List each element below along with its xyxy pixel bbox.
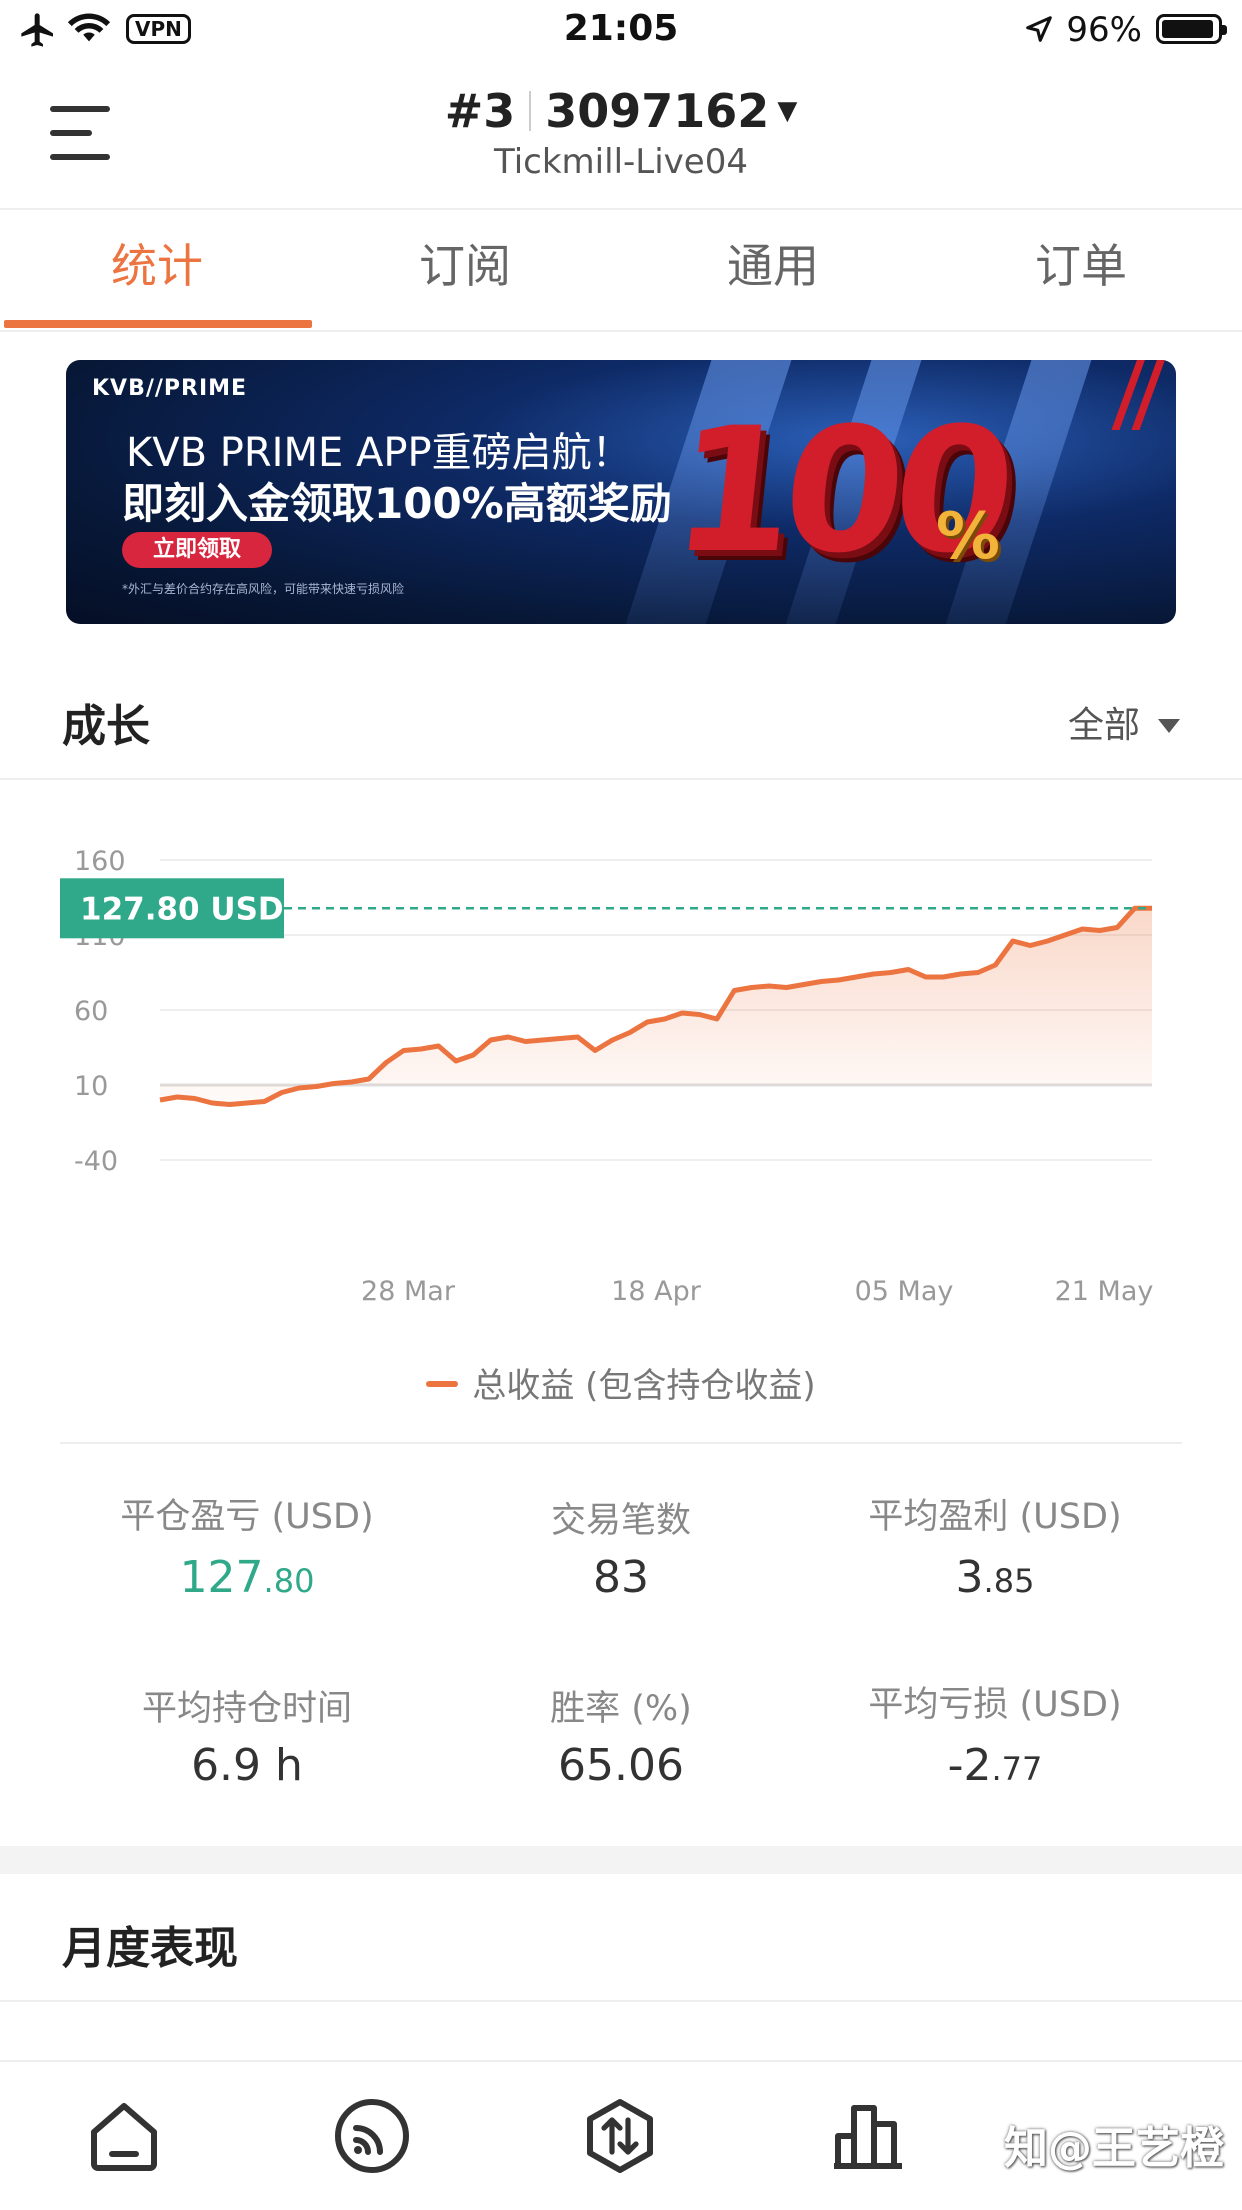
x-tick-label: 18 Apr: [611, 1276, 702, 1307]
y-tick-label: 160: [74, 846, 126, 877]
monthly-title: 月度表现: [62, 1923, 238, 1974]
stat-label-trades: 交易笔数: [550, 1501, 691, 1541]
rss-icon[interactable]: [332, 2096, 412, 2176]
y-tick-label: 60: [74, 996, 108, 1027]
stat-label-avg-hold: 平均持仓时间: [141, 1689, 352, 1729]
account-selector[interactable]: #3 3097162 ▼: [0, 84, 1242, 138]
stat-value-win-rate: 65.06: [558, 1740, 684, 1791]
chart-icon[interactable]: [828, 2096, 908, 2176]
section-separator: [0, 1846, 1242, 1874]
banner-claim-button[interactable]: 立即领取: [122, 532, 272, 568]
stat-value-trades: 83: [593, 1552, 649, 1603]
tab-statistics[interactable]: 统计: [2, 230, 312, 296]
stat-label-avg-profit: 平均盈利 (USD): [868, 1497, 1122, 1537]
bottom-nav: 知@王艺橙: [0, 2060, 1242, 2210]
stat-value-avg-hold: 6.9 h: [191, 1740, 303, 1791]
x-tick-label: 21 May: [1055, 1276, 1154, 1307]
promo-banner[interactable]: KVB//PRIME KVB PRIME APP重磅启航！ 即刻入金领取100%…: [66, 360, 1176, 624]
stat-value-closed-pnl: 127.80: [179, 1552, 315, 1603]
growth-title: 成长: [62, 701, 150, 752]
banner-percent-graphic: %: [935, 500, 1000, 574]
monthly-section-header: 月度表现: [0, 1874, 1242, 2002]
growth-area: [160, 908, 1152, 1105]
status-bar: VPN 21:05 96%: [0, 0, 1242, 62]
tab-bar: 统计 订阅 通用 订单: [0, 210, 1242, 332]
stat-label-avg-loss: 平均亏损 (USD): [868, 1685, 1122, 1725]
home-icon[interactable]: [84, 2096, 164, 2176]
banner-brand: KVB//PRIME: [92, 376, 248, 401]
range-filter-label: 全部: [1067, 705, 1140, 746]
x-tick-label: 28 Mar: [361, 1276, 456, 1307]
account-number: 3097162: [545, 84, 770, 138]
legend-swatch: [426, 1381, 459, 1387]
tab-general[interactable]: 通用: [618, 230, 928, 296]
dropdown-arrow-icon: [1158, 719, 1180, 733]
stat-label-closed-pnl: 平仓盈亏 (USD): [120, 1497, 374, 1537]
tab-orders[interactable]: 订单: [926, 230, 1236, 296]
watermark: 知@王艺橙: [1004, 2123, 1224, 2174]
y-tick-label: -40: [74, 1146, 118, 1177]
app-header: #3 3097162 ▼ Tickmill-Live04: [0, 62, 1242, 210]
growth-chart: 1601106010-40 28 Mar18 Apr05 May21 May 1…: [60, 846, 1154, 1307]
x-tick-label: 05 May: [855, 1276, 954, 1307]
divider: [60, 1442, 1182, 1444]
chart-legend: 总收益 (包含持仓收益): [0, 1358, 1242, 1407]
stat-value-avg-profit: 3.85: [955, 1552, 1035, 1603]
server-name: Tickmill-Live04: [494, 142, 748, 182]
tab-subscribe[interactable]: 订阅: [310, 230, 620, 296]
legend-label: 总收益 (包含持仓收益): [472, 1366, 816, 1406]
stat-label-win-rate: 胜率 (%): [550, 1689, 692, 1729]
battery-percent: 96%: [1066, 10, 1142, 50]
location-arrow-icon: [1026, 16, 1052, 42]
range-filter[interactable]: 全部: [1068, 696, 1180, 748]
y-tick-label: 10: [74, 1071, 108, 1102]
stat-value-avg-loss: -2.77: [947, 1740, 1043, 1791]
battery-icon: [1156, 14, 1227, 44]
active-tab-indicator: [4, 320, 312, 328]
status-time: 21:05: [563, 8, 679, 49]
account-prefix: #3: [444, 84, 516, 138]
trade-icon[interactable]: [580, 2096, 660, 2176]
current-value-label: 127.80 USD: [80, 891, 284, 927]
banner-disclaimer: *外汇与差价合约存在高风险，可能带来快速亏损风险: [122, 582, 405, 596]
caret-down-icon: ▼: [777, 96, 798, 126]
banner-subheadline: 即刻入金领取100%高额奖励: [122, 479, 672, 528]
stats-grid: 平仓盈亏 (USD) 127.80 交易笔数 83 平均盈利 (USD) 3.8…: [0, 1470, 1242, 1830]
growth-section-header: 成长 全部: [0, 660, 1242, 780]
